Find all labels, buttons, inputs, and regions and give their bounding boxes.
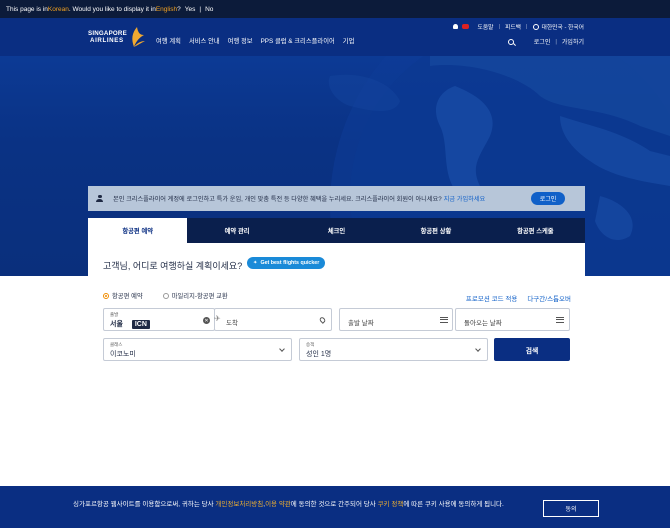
site-header: SINGAPORE AIRLINES 여행 계획 서비스 안내 여행 정보 PP… (0, 18, 670, 56)
cookie-policy-link[interactable]: 쿠키 정책 (378, 501, 404, 508)
nav-item-pps-club[interactable]: PPS 클럽 & 크리스플라이어 (261, 36, 335, 45)
cabin-mini-label: 클래스 (110, 342, 123, 347)
main-nav: 여행 계획 서비스 안내 여행 정보 PPS 클럽 & 크리스플라이어 기업 (156, 36, 354, 45)
logo-text-line1: SINGAPORE (88, 30, 127, 37)
cookie-consent-text: 싱가포르항공 웹사이트를 이용함으로써, 귀하는 당사 개인정보처리방침,이용 … (73, 500, 533, 510)
tab-book-flight[interactable]: 항공편 예약 (88, 218, 188, 243)
kris-bird-icon (132, 27, 145, 47)
calendar-icon (440, 317, 448, 323)
tab-manage-booking[interactable]: 예약 관리 (187, 218, 287, 243)
nav-item-services[interactable]: 서비스 안내 (189, 36, 220, 45)
user-icon (96, 194, 103, 203)
divider: | (555, 38, 557, 45)
notification-badge (462, 24, 470, 29)
location-pin-icon (318, 316, 327, 324)
booking-type-radios: 항공편 예약 마일리지-항공편 교환 (103, 291, 228, 300)
utility-nav-top: 도움말 | 피드백 | 대한민국 - 한국어 (453, 22, 584, 31)
origin-city: 서울 (110, 321, 123, 328)
destination-field[interactable]: ✈ 도착 (214, 308, 332, 331)
notification-bell-icon[interactable] (453, 24, 459, 29)
utility-nav-bottom: 로그인 | 가입하기 (507, 37, 584, 46)
cookie-text-part1: 싱가포르항공 웹사이트를 이용함으로써, 귀하는 당사 (73, 501, 216, 508)
help-link[interactable]: 도움말 (477, 22, 493, 31)
tab-flight-schedule[interactable]: 항공편 스케줄 (485, 218, 586, 243)
destination-placeholder: 도착 (226, 320, 238, 327)
booking-panel: 고객님, 어디로 여행하실 계획이세요? ✦ Get best flights … (88, 243, 585, 381)
get-best-flights-button[interactable]: ✦ Get best flights quicker (247, 257, 326, 269)
login-promo-text: 본인 크리스플라이어 계정에 로그인하고 특가 운임, 개인 맞춤 특전 등 다… (113, 196, 442, 203)
globe-icon (532, 23, 539, 30)
depart-date-field[interactable]: 출발 날짜 (339, 308, 453, 331)
translate-divider: | (199, 5, 202, 13)
nav-item-plan-travel[interactable]: 여행 계획 (156, 36, 181, 45)
multi-city-link[interactable]: 다구간/스톱오버 (527, 293, 571, 303)
logo-text-line2: AIRLINES (90, 37, 124, 44)
signup-now-link[interactable]: 지금 가입하세요 (444, 194, 486, 203)
plane-icon: ✈ (214, 314, 221, 323)
search-icon[interactable] (507, 38, 514, 45)
cookie-text-part3: 에 따른 쿠키 사용에 동의하게 됩니다. (403, 501, 504, 508)
singapore-airlines-logo[interactable]: SINGAPORE AIRLINES (88, 25, 146, 49)
chevron-down-icon (279, 346, 285, 352)
return-date-placeholder: 돌아오는 날짜 (464, 320, 502, 327)
cookie-agree-button[interactable]: 동의 (543, 500, 599, 517)
signup-link[interactable]: 가입하기 (562, 37, 584, 46)
sparkle-icon: ✦ (253, 260, 258, 266)
origin-field[interactable]: 출발 서울 ICN ✕ (103, 308, 215, 331)
travel-question-heading: 고객님, 어디로 여행하실 계획이세요? (103, 261, 243, 271)
cabin-value: 이코노미 (110, 351, 136, 358)
promo-code-link[interactable]: 프로모션 코드 적용 (466, 293, 517, 303)
booking-tabs: 항공편 예약 예약 관리 체크인 항공편 상황 항공편 스케줄 (88, 218, 586, 243)
login-link[interactable]: 로그인 (534, 37, 551, 46)
cookie-text-part2: 에 동의한 것으로 간주되어 당사 (290, 501, 378, 508)
quick-pill-label: Get best flights quicker (260, 260, 320, 266)
passengers-value: 성인 1명 (306, 351, 332, 358)
translate-prefix: This page is in (6, 5, 48, 13)
translate-no-button[interactable]: No (205, 6, 213, 13)
terms-of-use-link[interactable]: 이용 약관 (265, 501, 291, 508)
origin-mini-label: 출발 (110, 312, 119, 317)
radio-book-flight[interactable] (103, 292, 109, 299)
nav-item-travel-info[interactable]: 여행 정보 (228, 36, 253, 45)
cabin-class-select[interactable]: 클래스 이코노미 (103, 338, 292, 361)
clear-icon[interactable]: ✕ (203, 317, 210, 324)
translate-bar: This page is in Korean . Would you like … (0, 0, 670, 18)
booking-extra-links: 프로모션 코드 적용 다구간/스톱오버 (466, 293, 571, 303)
divider: | (526, 23, 528, 30)
calendar-icon (556, 317, 564, 323)
feedback-link[interactable]: 피드백 (505, 22, 521, 31)
search-flights-button[interactable]: 검색 (494, 338, 570, 361)
divider: | (498, 23, 500, 30)
radio-redeem-miles-label: 마일리지-항공편 교환 (171, 293, 228, 300)
region-selector[interactable]: 대한민국 - 한국어 (542, 22, 584, 31)
passengers-mini-label: 승객 (306, 342, 315, 347)
login-promo-banner: 본인 크리스플라이어 계정에 로그인하고 특가 운임, 개인 맞춤 특전 등 다… (88, 186, 585, 211)
nav-item-corporate[interactable]: 기업 (343, 36, 355, 45)
depart-date-placeholder: 출발 날짜 (348, 320, 374, 327)
privacy-policy-link[interactable]: 개인정보처리방침 (215, 501, 263, 508)
banner-login-button[interactable]: 로그인 (531, 192, 565, 205)
origin-airport-code: ICN (131, 320, 150, 329)
passengers-select[interactable]: 승객 성인 1명 (299, 338, 488, 361)
radio-redeem-miles[interactable] (162, 292, 169, 299)
return-date-field[interactable]: 돌아오는 날짜 (455, 308, 570, 331)
translate-suffix: ? (177, 5, 181, 13)
cookie-consent-bar: 싱가포르항공 웹사이트를 이용함으로써, 귀하는 당사 개인정보처리방침,이용 … (0, 486, 670, 528)
translate-yes-button[interactable]: Yes (185, 6, 196, 13)
source-language: Korean (47, 5, 69, 13)
tab-check-in[interactable]: 체크인 (286, 218, 387, 243)
tab-flight-status[interactable]: 항공편 상황 (386, 218, 486, 243)
translate-middle: . Would you like to display it in (68, 5, 156, 13)
chevron-down-icon (475, 346, 481, 352)
radio-book-flight-label: 항공편 예약 (112, 293, 143, 300)
origin-value: 서울 ICN (110, 319, 150, 329)
target-language: English (155, 5, 178, 13)
